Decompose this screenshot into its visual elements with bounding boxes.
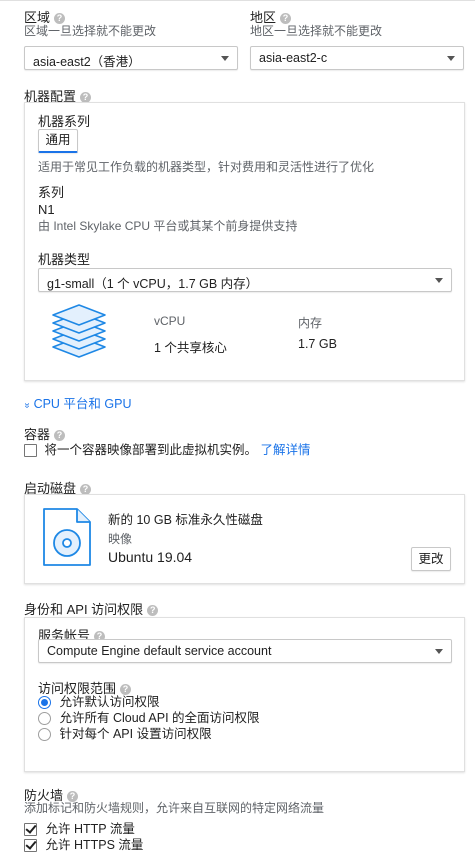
boot-disk-name: 新的 10 GB 标准永久性磁盘 bbox=[108, 513, 263, 527]
boot-disk-image-label: 映像 bbox=[108, 532, 133, 546]
series-value: N1 bbox=[38, 202, 55, 217]
identity-heading: 身份和 API 访问权限? bbox=[24, 599, 159, 618]
zone-value: asia-east2-c bbox=[259, 51, 328, 65]
disk-file-icon bbox=[43, 508, 91, 566]
vcpu-header: vCPU bbox=[154, 314, 186, 328]
machine-config-card: 机器系列 通用 适用于常见工作负载的机器类型，针对费用和灵活性进行了优化 系列 … bbox=[24, 102, 465, 381]
zone-hint: 地区一旦选择就不能更改 bbox=[250, 24, 383, 38]
memory-header: 内存 bbox=[298, 316, 323, 330]
machine-type-label: 机器类型 bbox=[38, 252, 91, 267]
stacked-layers-icon bbox=[52, 304, 106, 358]
zone-select[interactable]: asia-east2-c bbox=[250, 46, 464, 70]
scope-option[interactable]: 针对每个 API 设置访问权限 bbox=[38, 723, 212, 742]
vcpu-value: 1 个共享核心 bbox=[154, 341, 227, 355]
change-disk-button[interactable]: 更改 bbox=[411, 547, 451, 571]
scope-radio[interactable] bbox=[38, 728, 51, 742]
machine-type-value: g1-small（1 个 vCPU，1.7 GB 内存） bbox=[47, 277, 259, 291]
cpu-gpu-toggle[interactable]: »CPU 平台和 GPU bbox=[21, 393, 132, 413]
identity-title: 身份和 API 访问权限 bbox=[24, 602, 144, 617]
learn-more-link[interactable]: 了解详情 bbox=[260, 443, 310, 457]
https-checkbox[interactable] bbox=[24, 839, 37, 853]
chevron-down-icon bbox=[435, 278, 443, 283]
series-label: 系列 bbox=[38, 185, 65, 200]
region-hint: 区域一旦选择就不能更改 bbox=[24, 24, 157, 38]
service-account-value: Compute Engine default service account bbox=[47, 644, 272, 658]
chevron-double-down-icon: » bbox=[21, 402, 33, 409]
service-account-select[interactable]: Compute Engine default service account bbox=[38, 639, 452, 663]
boot-disk-card: 新的 10 GB 标准永久性磁盘 映像 Ubuntu 19.04 更改 bbox=[24, 494, 465, 584]
region-value: asia-east2（香港） bbox=[33, 55, 141, 69]
machine-family-label: 机器系列 bbox=[38, 114, 91, 129]
chevron-down-icon bbox=[435, 649, 443, 654]
container-checkbox[interactable] bbox=[24, 444, 37, 458]
boot-disk-image-value: Ubuntu 19.04 bbox=[108, 549, 193, 565]
firewall-option-label: 允许 HTTPS 流量 bbox=[45, 838, 144, 852]
scope-option-label: 针对每个 API 设置访问权限 bbox=[59, 727, 212, 741]
container-option: 将一个容器映像部署到此虚拟机实例。 了解详情 bbox=[24, 439, 311, 458]
container-checkbox-label: 将一个容器映像部署到此虚拟机实例。 bbox=[44, 443, 257, 457]
chevron-down-icon bbox=[447, 56, 455, 61]
machine-family-desc: 适用于常见工作负载的机器类型，针对费用和灵活性进行了优化 bbox=[38, 160, 375, 174]
help-icon[interactable]: ? bbox=[147, 605, 159, 617]
cpu-gpu-label: CPU 平台和 GPU bbox=[33, 397, 132, 411]
series-desc: 由 Intel Skylake CPU 平台或其某个前身提供支持 bbox=[38, 219, 298, 233]
firewall-hint: 添加标记和防火墙规则，允许来自互联网的特定网络流量 bbox=[24, 801, 325, 815]
firewall-option[interactable]: 允许 HTTPS 流量 bbox=[24, 834, 143, 853]
identity-card: 服务帐号? Compute Engine default service acc… bbox=[24, 617, 465, 772]
tab-general[interactable]: 通用 bbox=[38, 129, 78, 153]
machine-type-select[interactable]: g1-small（1 个 vCPU，1.7 GB 内存） bbox=[38, 268, 452, 292]
chevron-down-icon bbox=[221, 56, 229, 61]
memory-value: 1.7 GB bbox=[298, 337, 337, 351]
region-select[interactable]: asia-east2（香港） bbox=[24, 46, 238, 70]
